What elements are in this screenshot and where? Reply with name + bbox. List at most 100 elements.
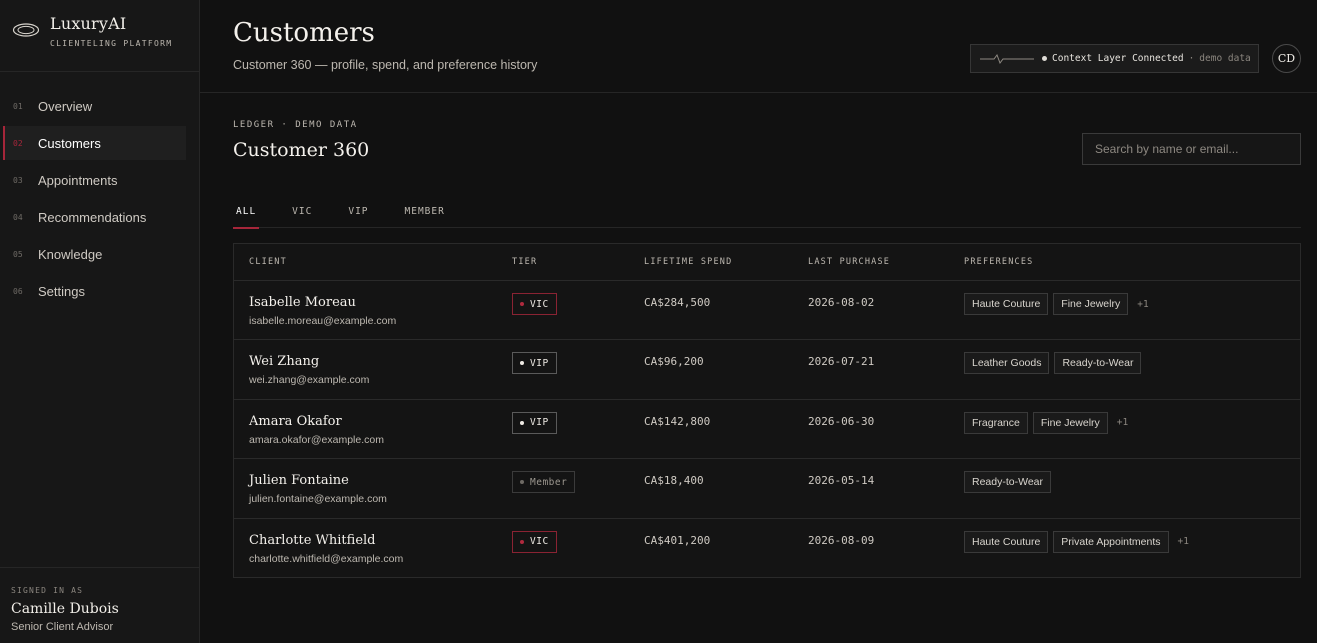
preferences-cell: Leather Goods Ready-to-Wear bbox=[964, 352, 1146, 375]
client-cell: Amara Okafor amara.okafor@example.com bbox=[249, 414, 384, 446]
tier-badge: VIC bbox=[512, 293, 557, 315]
brand-subtitle: CLIENTELING PLATFORM bbox=[50, 39, 173, 48]
nav-item-label: Overview bbox=[38, 98, 93, 114]
brand[interactable]: LuxuryAI CLIENTELING PLATFORM bbox=[0, 0, 199, 72]
avatar[interactable]: CD bbox=[1272, 44, 1301, 73]
preference-chip: Fine Jewelry bbox=[1053, 293, 1129, 315]
tab-vip[interactable]: VIP bbox=[345, 201, 371, 228]
client-cell: Charlotte Whitfield charlotte.whitfield@e… bbox=[249, 533, 403, 565]
last-purchase: 2026-08-09 bbox=[808, 533, 875, 547]
client-email: amara.okafor@example.com bbox=[249, 433, 384, 446]
status-note: demo data bbox=[1199, 53, 1251, 64]
nav-item-label: Settings bbox=[38, 283, 85, 299]
lifetime-spend: CA$142,800 bbox=[644, 414, 711, 428]
client-cell: Wei Zhang wei.zhang@example.com bbox=[249, 354, 369, 386]
tier-tabs: ALL VIC VIP MEMBER bbox=[233, 201, 1301, 229]
tier-dot-icon bbox=[520, 361, 524, 366]
client-email: wei.zhang@example.com bbox=[249, 374, 370, 387]
nav-item-number: 03 bbox=[13, 175, 23, 185]
tab-all[interactable]: ALL bbox=[233, 201, 260, 229]
preferences-cell: Ready-to-Wear bbox=[964, 471, 1056, 494]
tier-dot-icon bbox=[520, 302, 524, 306]
preference-chip: Leather Goods bbox=[964, 352, 1050, 375]
client-name: Amara Okafor bbox=[249, 413, 342, 429]
tab-member[interactable]: MEMBER bbox=[402, 201, 448, 228]
nav-item-label: Recommendations bbox=[38, 209, 147, 225]
sidebar-nav: 01 Overview 02 Customers 03 Appointments 04 Rec… bbox=[0, 72, 199, 308]
user-name: Camille Dubois bbox=[11, 601, 119, 617]
sidebar-item-knowledge[interactable]: 05 Knowledge bbox=[3, 237, 186, 271]
nav-item-label: Customers bbox=[38, 135, 101, 151]
tab-vic[interactable]: VIC bbox=[289, 201, 315, 228]
preferences-cell: Haute Couture Fine Jewelry +1 bbox=[964, 293, 1149, 315]
tier-cell: Member bbox=[512, 471, 576, 494]
search-input[interactable] bbox=[1082, 133, 1301, 165]
nav-item-number: 06 bbox=[13, 286, 23, 296]
preference-chip: Ready-to-Wear bbox=[964, 471, 1051, 494]
top-bar: Customers Customer 360 — profile, spend,… bbox=[200, 0, 1317, 93]
client-email: charlotte.whitfield@example.com bbox=[249, 552, 404, 565]
pulse-line-icon bbox=[980, 53, 1034, 64]
table-row[interactable]: Amara Okafor amara.okafor@example.com VIP C… bbox=[234, 400, 1300, 460]
tier-badge: VIC bbox=[512, 530, 557, 553]
lifetime-spend: CA$401,200 bbox=[644, 533, 711, 547]
tier-cell: VIP bbox=[512, 352, 557, 375]
client-name: Isabelle Moreau bbox=[249, 295, 356, 310]
tier-cell: VIC bbox=[512, 293, 557, 315]
sidebar-item-recommendations[interactable]: 04 Recommendations bbox=[3, 200, 186, 234]
last-purchase: 2026-05-14 bbox=[808, 474, 875, 488]
main-area: Customers Customer 360 — profile, spend,… bbox=[200, 0, 1317, 643]
preference-chip: Fragrance bbox=[964, 411, 1028, 434]
nav-item-number: 01 bbox=[13, 101, 23, 111]
header-client: CLIENT bbox=[249, 257, 287, 267]
nav-item-label: Appointments bbox=[38, 172, 118, 188]
header-last-purchase: LAST PURCHASE bbox=[808, 257, 891, 267]
sidebar-item-overview[interactable]: 01 Overview bbox=[3, 89, 186, 123]
tier-label: Member bbox=[530, 476, 568, 488]
last-purchase: 2026-08-02 bbox=[808, 296, 875, 309]
nav-item-number: 04 bbox=[13, 212, 23, 222]
status-separator: · bbox=[1188, 53, 1195, 64]
preferences-cell: Haute Couture Private Appointments +1 bbox=[964, 530, 1189, 553]
table-row[interactable]: Charlotte Whitfield charlotte.whitfield@e… bbox=[234, 519, 1300, 578]
table-body: Isabelle Moreau isabelle.moreau@example.c… bbox=[234, 281, 1300, 578]
client-cell: Isabelle Moreau isabelle.moreau@example.c… bbox=[249, 295, 396, 327]
status-dot-icon bbox=[1042, 56, 1047, 61]
sidebar: LuxuryAI CLIENTELING PLATFORM 01 Overview… bbox=[0, 0, 200, 643]
lifetime-spend: CA$18,400 bbox=[644, 474, 704, 488]
signed-in-panel: SIGNED IN AS Camille Dubois Senior Clien… bbox=[0, 567, 199, 643]
context-status-badge: Context Layer Connected · demo data bbox=[970, 44, 1259, 73]
preference-chip: Haute Couture bbox=[964, 530, 1049, 553]
client-name: Julien Fontaine bbox=[249, 473, 349, 489]
client-email: isabelle.moreau@example.com bbox=[249, 315, 397, 327]
more-preferences-count[interactable]: +1 bbox=[1178, 536, 1189, 547]
preference-chip: Ready-to-Wear bbox=[1054, 352, 1142, 375]
preference-chip: Haute Couture bbox=[964, 293, 1049, 315]
table-row[interactable]: Julien Fontaine julien.fontaine@example.c… bbox=[234, 459, 1300, 519]
header-tier: TIER bbox=[512, 257, 538, 267]
tier-dot-icon bbox=[520, 539, 524, 544]
more-preferences-count[interactable]: +1 bbox=[1117, 417, 1128, 428]
tier-dot-icon bbox=[520, 420, 524, 425]
table-header: CLIENT TIER LIFETIME SPEND LAST PURCHASE… bbox=[234, 244, 1300, 281]
nav-item-number: 02 bbox=[13, 138, 23, 148]
sidebar-item-settings[interactable]: 06 Settings bbox=[3, 274, 186, 308]
brand-name: LuxuryAI bbox=[50, 14, 127, 33]
more-preferences-count[interactable]: +1 bbox=[1137, 299, 1148, 310]
preference-chip: Fine Jewelry bbox=[1032, 411, 1108, 434]
tier-dot-icon bbox=[520, 480, 524, 485]
table-row[interactable]: Wei Zhang wei.zhang@example.com VIP CA$96,2… bbox=[234, 340, 1300, 400]
tier-label: VIP bbox=[530, 417, 549, 429]
table-row[interactable]: Isabelle Moreau isabelle.moreau@example.c… bbox=[234, 281, 1300, 341]
header-lifetime-spend: LIFETIME SPEND bbox=[644, 257, 733, 267]
last-purchase: 2026-07-21 bbox=[808, 355, 875, 369]
sidebar-item-customers[interactable]: 02 Customers bbox=[3, 126, 186, 160]
client-cell: Julien Fontaine julien.fontaine@example.c… bbox=[249, 473, 387, 505]
sidebar-item-appointments[interactable]: 03 Appointments bbox=[3, 163, 186, 197]
nav-item-number: 05 bbox=[13, 249, 23, 259]
lifetime-spend: CA$284,500 bbox=[644, 296, 711, 309]
tier-label: VIP bbox=[530, 357, 549, 369]
user-role: Senior Client Advisor bbox=[11, 621, 114, 633]
header-preferences: PREFERENCES bbox=[964, 257, 1034, 267]
tier-cell: VIC bbox=[512, 530, 557, 553]
